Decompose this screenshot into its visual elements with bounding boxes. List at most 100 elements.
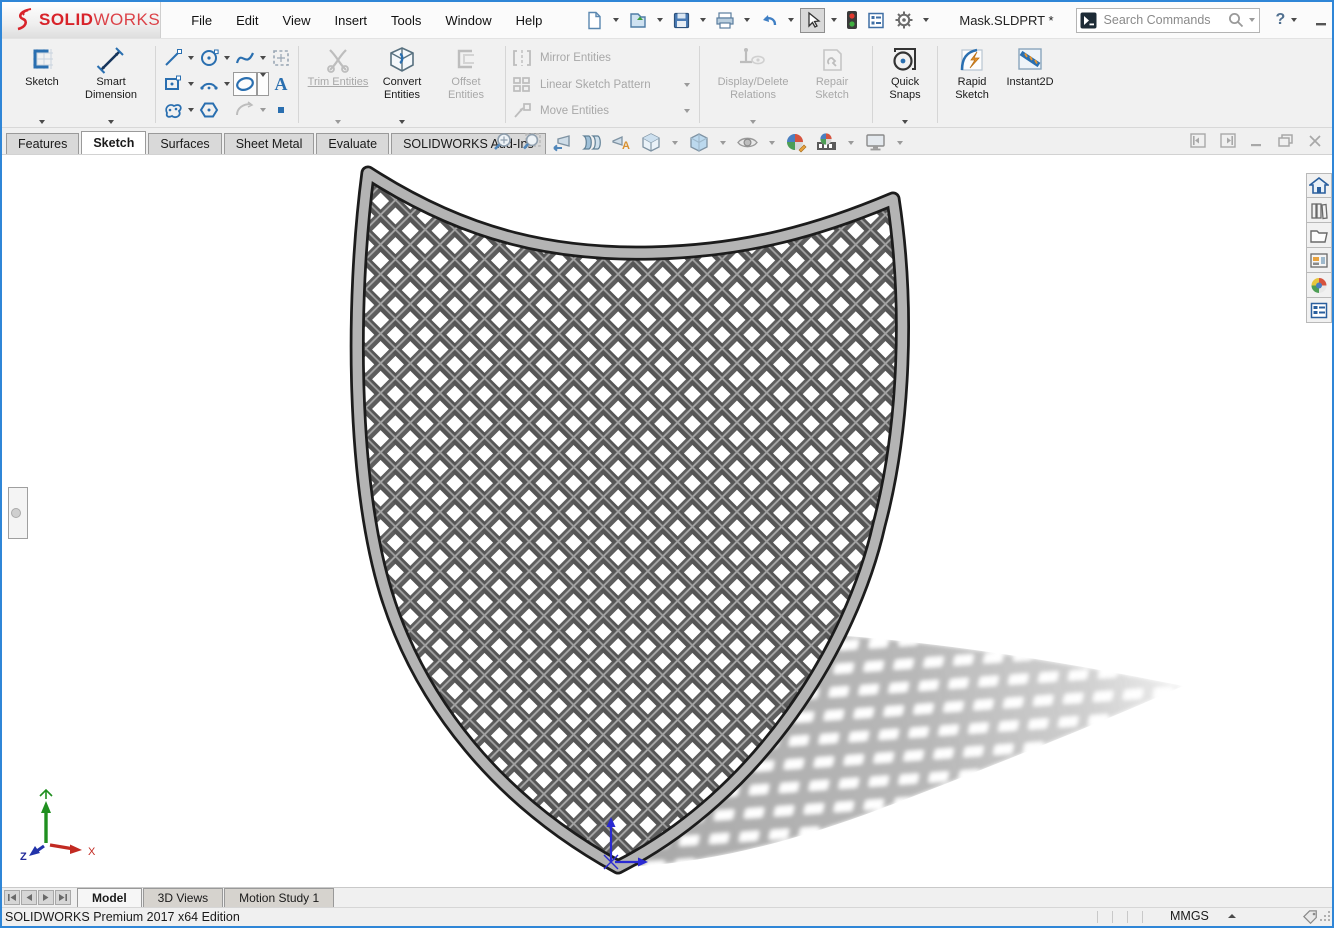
undo-caret[interactable] — [788, 18, 794, 22]
text-tool-button[interactable]: A — [269, 72, 293, 96]
graphics-area[interactable]: X Z Y — [2, 155, 1332, 887]
circle-tool-button[interactable] — [197, 46, 221, 70]
menu-tools[interactable]: Tools — [379, 9, 433, 32]
ellipse-tool-button[interactable] — [233, 72, 257, 96]
tab-motion-study-1[interactable]: Motion Study 1 — [224, 888, 334, 907]
display-delete-relations-button[interactable]: Display/Delete Relations — [707, 42, 799, 127]
undo-button[interactable] — [756, 8, 782, 33]
open-button[interactable] — [625, 8, 651, 33]
quick-snaps-button[interactable]: Quick Snaps — [880, 42, 930, 127]
tab-3d-views[interactable]: 3D Views — [143, 888, 223, 907]
freeform-tool-button[interactable] — [161, 98, 185, 122]
menu-window[interactable]: Window — [433, 9, 503, 32]
collapse-left-pane-icon[interactable] — [1190, 133, 1206, 148]
custom-properties-button[interactable] — [1306, 298, 1332, 323]
edit-appearance-button[interactable] — [783, 131, 809, 154]
prev-tab-button[interactable] — [21, 890, 37, 905]
doc-close-icon[interactable] — [1308, 134, 1322, 148]
offset-entities-button[interactable]: Offset Entities — [434, 42, 498, 127]
zoom-to-area-button[interactable] — [519, 131, 544, 154]
appearances-scenes-button[interactable] — [1306, 273, 1332, 298]
linear-pattern-caret[interactable] — [684, 83, 690, 87]
line-caret[interactable] — [188, 56, 194, 60]
move-entities-button[interactable]: Move Entities — [511, 99, 694, 123]
options-button[interactable] — [891, 7, 917, 33]
menu-insert[interactable]: Insert — [323, 9, 380, 32]
print-button[interactable] — [712, 8, 738, 33]
apply-scene-button[interactable] — [813, 131, 840, 154]
unit-system-selector[interactable]: MMGS — [1170, 909, 1241, 923]
tab-sketch[interactable]: Sketch — [81, 131, 146, 154]
move-entities-caret[interactable] — [684, 109, 690, 113]
view-orientation-button[interactable] — [638, 131, 664, 154]
open-caret[interactable] — [657, 18, 663, 22]
feature-pane-splitter-handle[interactable] — [8, 487, 28, 539]
home-tab-button[interactable] — [1306, 173, 1332, 198]
fillet-tool-button[interactable] — [233, 98, 257, 122]
file-explorer-button[interactable] — [1306, 223, 1332, 248]
display-style-button[interactable] — [686, 131, 712, 154]
convert-entities-button[interactable]: Convert Entities — [370, 42, 434, 127]
point-tool-button[interactable] — [269, 98, 293, 122]
menu-help[interactable]: Help — [504, 9, 555, 32]
linear-sketch-pattern-button[interactable]: Linear Sketch Pattern — [511, 73, 694, 97]
tab-features[interactable]: Features — [6, 133, 79, 154]
tab-surfaces[interactable]: Surfaces — [148, 133, 221, 154]
menu-view[interactable]: View — [271, 9, 323, 32]
quick-snaps-caret[interactable] — [902, 120, 908, 124]
spline-tool-button[interactable] — [233, 46, 257, 70]
repair-sketch-button[interactable]: Repair Sketch — [799, 42, 865, 127]
help-caret[interactable] — [1291, 18, 1297, 22]
first-tab-button[interactable] — [4, 890, 20, 905]
3d-viewport-scene[interactable]: X Z Y — [2, 155, 1332, 887]
sketch-picture-button[interactable] — [269, 46, 293, 70]
search-commands-input[interactable] — [1100, 13, 1227, 27]
save-button[interactable] — [669, 8, 694, 33]
print-caret[interactable] — [744, 18, 750, 22]
view-settings-button[interactable] — [862, 131, 889, 154]
arc-tool-button[interactable] — [197, 72, 221, 96]
fillet-caret[interactable] — [260, 108, 266, 112]
convert-caret[interactable] — [399, 120, 405, 124]
annotation-view-button[interactable]: A — [608, 131, 634, 154]
tag-button[interactable] — [1302, 909, 1319, 927]
trim-entities-button[interactable]: Trim Entities — [306, 42, 370, 127]
options-caret[interactable] — [923, 18, 929, 22]
trim-caret[interactable] — [335, 120, 341, 124]
mirror-entities-button[interactable]: Mirror Entities — [511, 46, 694, 70]
select-caret[interactable] — [831, 18, 837, 22]
sketch-caret[interactable] — [39, 120, 45, 124]
next-tab-button[interactable] — [38, 890, 54, 905]
select-button[interactable] — [800, 8, 825, 33]
last-tab-button[interactable] — [55, 890, 71, 905]
instant2d-button[interactable]: Instant2D — [999, 42, 1061, 127]
menu-file[interactable]: File — [179, 9, 224, 32]
save-caret[interactable] — [700, 18, 706, 22]
minimize-icon[interactable] — [1315, 13, 1329, 27]
line-tool-button[interactable] — [161, 46, 185, 70]
arc-caret[interactable] — [224, 82, 230, 86]
view-palette-button[interactable] — [1306, 248, 1332, 273]
hide-show-items-button[interactable] — [734, 131, 761, 154]
sketch-button[interactable]: Sketch — [10, 42, 74, 127]
previous-view-button[interactable] — [548, 131, 574, 154]
tab-model[interactable]: Model — [77, 888, 142, 907]
rectangle-caret[interactable] — [188, 82, 194, 86]
search-caret[interactable] — [1249, 18, 1255, 22]
spline-caret[interactable] — [260, 56, 266, 60]
rectangle-tool-button[interactable] — [161, 72, 185, 96]
tab-sheet-metal[interactable]: Sheet Metal — [224, 133, 315, 154]
new-document-button[interactable] — [582, 8, 607, 33]
ellipse-caret[interactable] — [260, 73, 266, 77]
doc-minimize-icon[interactable] — [1250, 134, 1264, 148]
circle-caret[interactable] — [224, 56, 230, 60]
rapid-sketch-button[interactable]: Rapid Sketch — [945, 42, 999, 127]
menu-edit[interactable]: Edit — [224, 9, 270, 32]
new-document-caret[interactable] — [613, 18, 619, 22]
search-magnifier-icon[interactable] — [1227, 11, 1245, 29]
help-button[interactable]: ? — [1276, 11, 1286, 29]
hide-show-caret[interactable] — [769, 141, 775, 145]
section-view-button[interactable] — [578, 131, 604, 154]
doc-restore-icon[interactable] — [1278, 134, 1294, 148]
freeform-caret[interactable] — [188, 108, 194, 112]
